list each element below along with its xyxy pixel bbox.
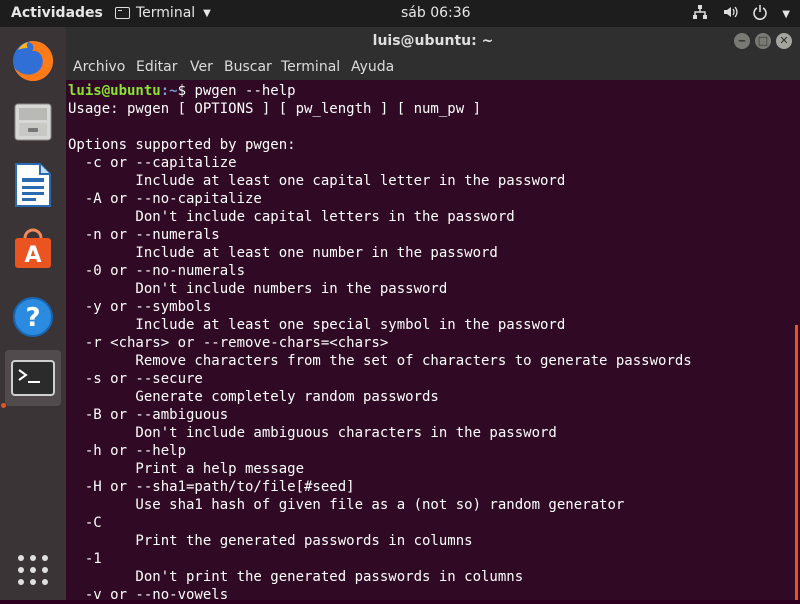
menu-editar[interactable]: Editar [136, 59, 177, 75]
terminal-launcher[interactable] [5, 350, 61, 406]
output-line: Print a help message [68, 461, 305, 477]
output-line: -B or --ambiguous [68, 407, 229, 423]
volume-icon [722, 4, 738, 24]
output-line: -n or --numerals [68, 227, 220, 243]
network-icon [692, 4, 708, 24]
activities-button[interactable]: Actividades [11, 5, 103, 21]
menu-bar: Archivo Editar Ver Buscar Terminal Ayuda [66, 56, 800, 81]
output-line: -v or --no-vowels [68, 587, 229, 603]
minimize-button[interactable]: ‒ [734, 33, 750, 49]
show-applications-button[interactable] [5, 542, 61, 598]
writer-launcher[interactable] [5, 157, 61, 213]
app-menu-label: Terminal [136, 5, 196, 21]
output-line: Don't include ambiguous characters in th… [68, 425, 557, 441]
prompt-symbol: $ [177, 83, 195, 99]
files-launcher[interactable] [5, 94, 61, 150]
terminal-output: luis@ubuntu:~$ pwgen --help Usage: pwgen… [68, 82, 692, 604]
firefox-icon [13, 40, 54, 81]
power-icon [752, 4, 768, 24]
firefox-launcher[interactable] [5, 33, 61, 89]
menu-ayuda[interactable]: Ayuda [351, 59, 394, 75]
output-line: Include at least one special symbol in t… [68, 317, 566, 333]
chevron-down-icon: ▼ [782, 8, 790, 20]
active-indicator [1, 403, 6, 408]
terminal-area[interactable]: luis@ubuntu:~$ pwgen --help Usage: pwgen… [66, 80, 800, 603]
output-line: Print the generated passwords in columns [68, 533, 473, 549]
software-icon: A [15, 228, 51, 268]
files-icon [14, 103, 52, 141]
output-line: Don't include numbers in the password [68, 281, 448, 297]
output-line: -s or --secure [68, 371, 203, 387]
menu-buscar[interactable]: Buscar [224, 59, 272, 75]
output-line: Don't print the generated passwords in c… [68, 569, 524, 585]
app-menu[interactable]: Terminal ▼ [115, 5, 211, 21]
scrollbar[interactable] [795, 325, 798, 600]
output-line: -c or --capitalize [68, 155, 237, 171]
software-launcher[interactable]: A [5, 221, 61, 277]
menu-terminal[interactable]: Terminal [281, 59, 340, 75]
output-line: Include at least one capital letter in t… [68, 173, 566, 189]
writer-icon [15, 163, 51, 207]
command-text: pwgen --help [194, 83, 296, 99]
output-line: Include at least one number in the passw… [68, 245, 498, 261]
top-bar: Actividades Terminal ▼ sáb 06:36 ▼ [0, 0, 800, 27]
output-line: -A or --no-capitalize [68, 191, 262, 207]
output-line: Remove characters from the set of charac… [68, 353, 692, 369]
terminal-icon [11, 360, 55, 396]
output-line: Don't include capital letters in the pas… [68, 209, 515, 225]
chevron-down-icon: ▼ [203, 7, 211, 19]
output-line: -h or --help [68, 443, 187, 459]
prompt-user: luis@ubuntu [68, 83, 161, 99]
terminal-app-icon [115, 7, 130, 19]
svg-text:?: ? [25, 303, 40, 333]
output-line: -y or --symbols [68, 299, 212, 315]
prompt-path: :~ [160, 83, 178, 99]
help-icon: ? [13, 297, 53, 337]
menu-ver[interactable]: Ver [190, 59, 213, 75]
output-line: -1 [68, 551, 102, 567]
output-line: -C [68, 515, 102, 531]
apps-grid-icon [18, 555, 48, 585]
close-button[interactable]: ✕ [776, 33, 792, 49]
output-line: -0 or --no-numerals [68, 263, 246, 279]
output-line: Use sha1 hash of given file as a (not so… [68, 497, 625, 513]
output-line: Generate completely random passwords [68, 389, 439, 405]
window-title: luis@ubuntu: ~ [372, 33, 494, 49]
output-line: Options supported by pwgen: [68, 137, 296, 153]
menu-archivo[interactable]: Archivo [73, 59, 125, 75]
output-line: -H or --sha1=path/to/file[#seed] [68, 479, 355, 495]
clock[interactable]: sáb 06:36 [401, 5, 471, 21]
output-line: Usage: pwgen [ OPTIONS ] [ pw_length ] [… [68, 101, 482, 117]
svg-text:A: A [24, 243, 41, 268]
system-menu[interactable]: ▼ [692, 4, 790, 24]
dock: A ? [0, 27, 66, 600]
maximize-button[interactable]: □ [755, 33, 771, 49]
help-launcher[interactable]: ? [5, 289, 61, 345]
window-titlebar[interactable]: luis@ubuntu: ~ ‒ □ ✕ [66, 27, 800, 56]
output-line: -r <chars> or --remove-chars=<chars> [68, 335, 389, 351]
